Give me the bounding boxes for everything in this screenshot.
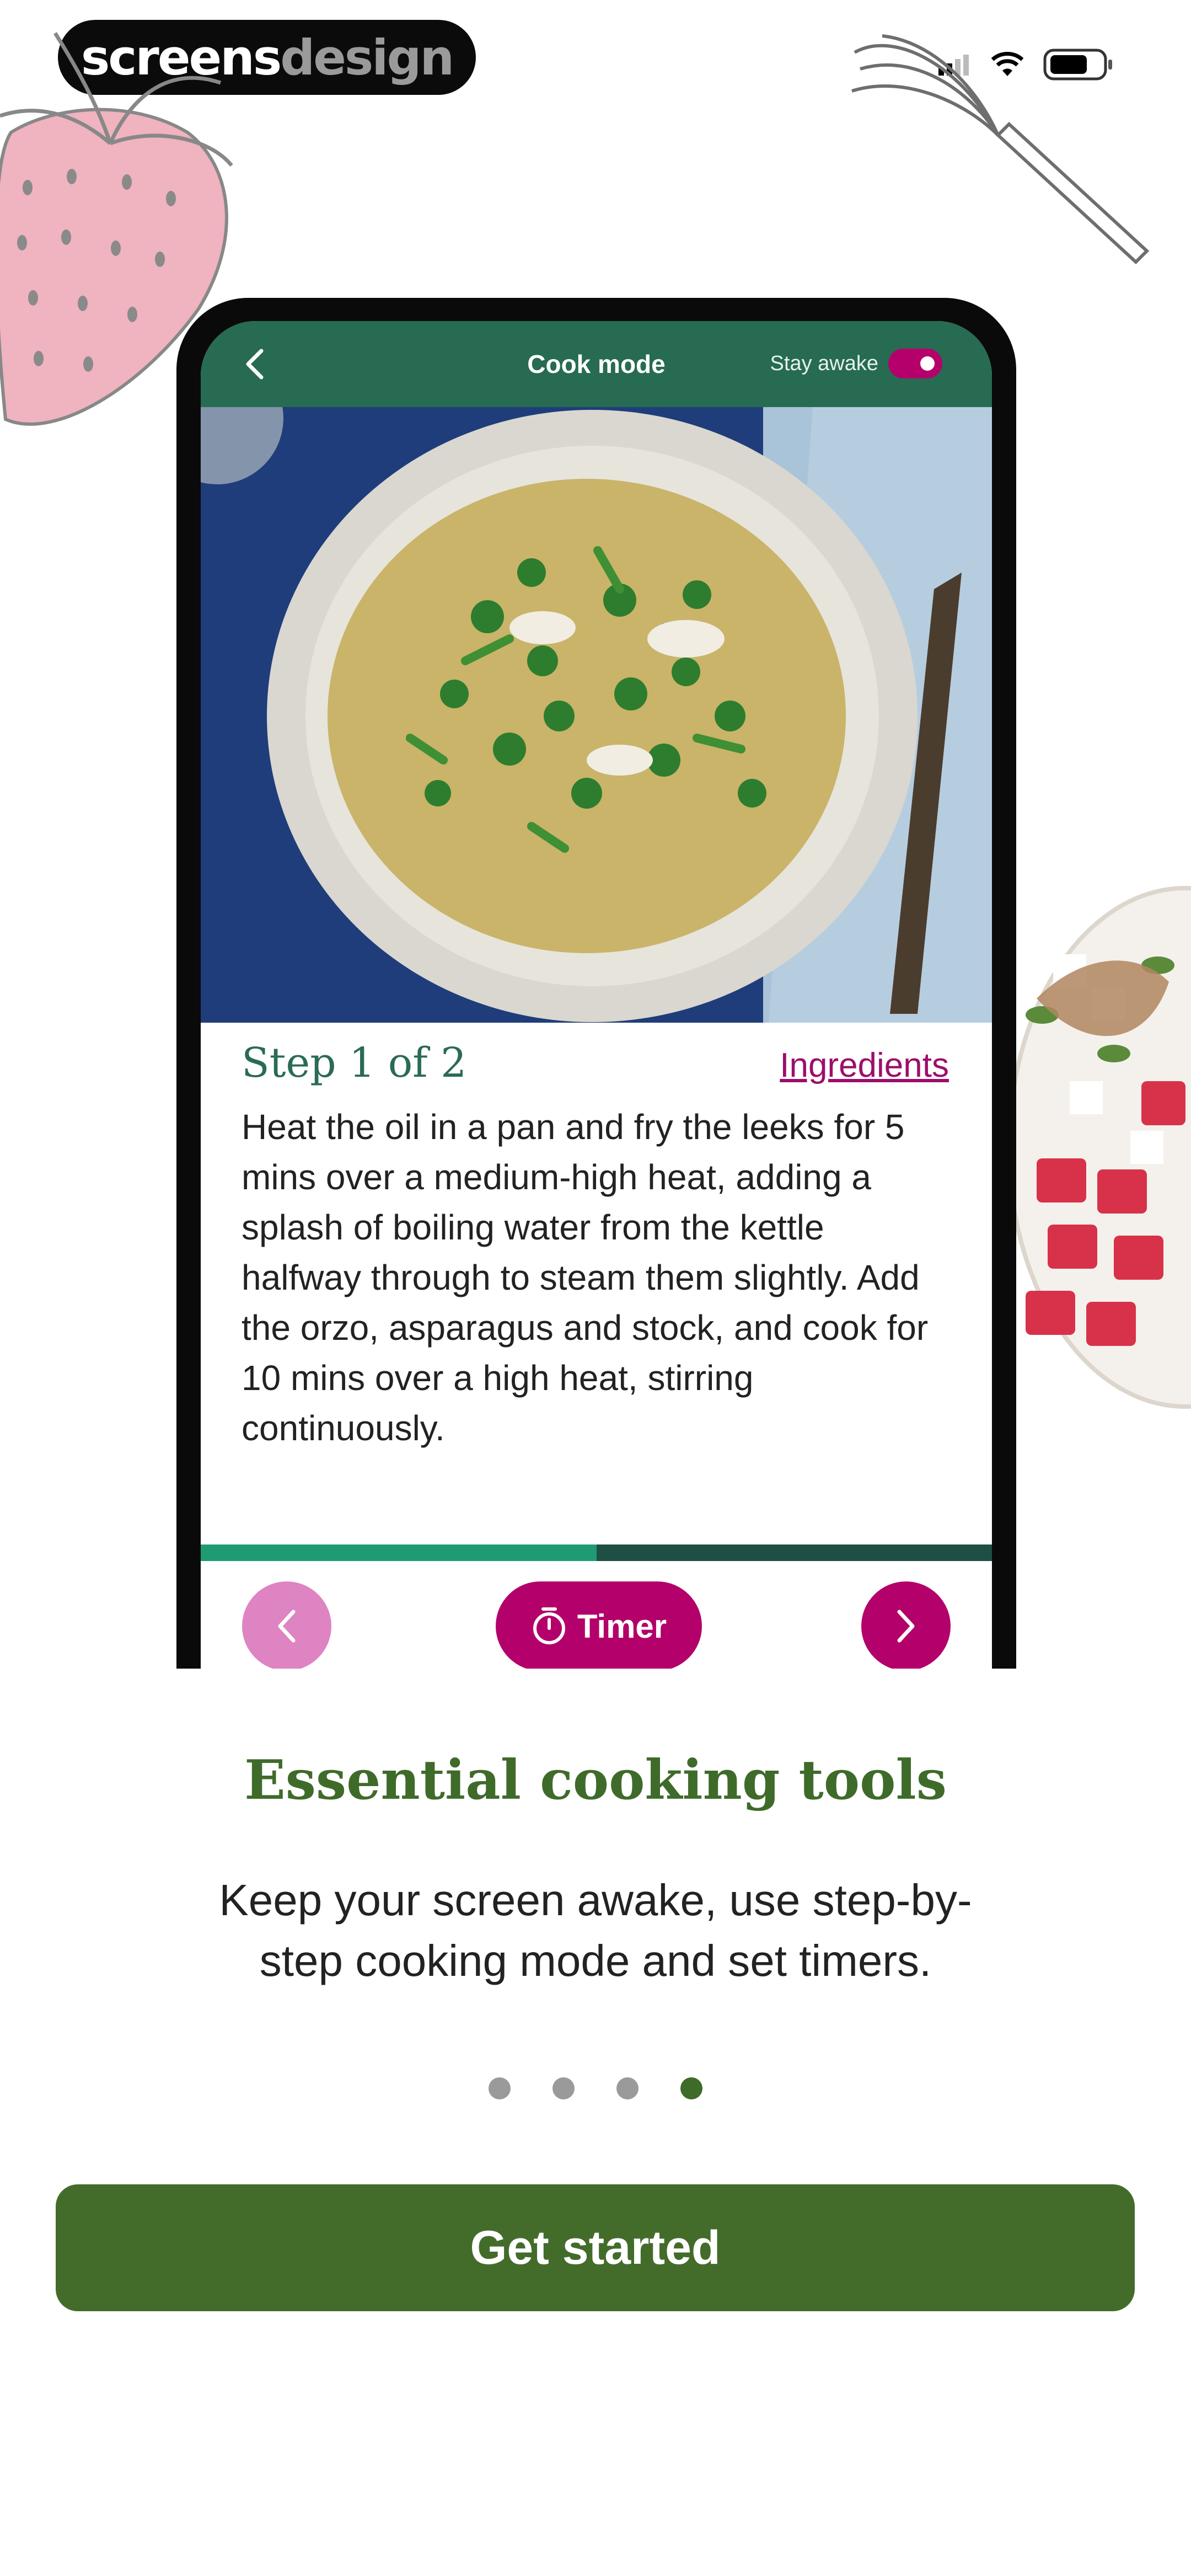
recipe-photo bbox=[201, 407, 992, 1023]
page-title: Cook mode bbox=[527, 350, 666, 378]
phone-mockup: Cook mode Stay awake Step 1 of 2 Ingredi… bbox=[176, 298, 1016, 1669]
stay-awake-control: Stay awake bbox=[770, 349, 942, 378]
step-header-row: Step 1 of 2 Ingredients bbox=[201, 1023, 992, 1087]
step-navigation: Timer bbox=[201, 1581, 992, 1669]
page-dot[interactable] bbox=[489, 2077, 511, 2099]
page-dot[interactable] bbox=[616, 2077, 639, 2099]
stopwatch-icon bbox=[533, 1607, 565, 1644]
step-counter: Step 1 of 2 bbox=[242, 1039, 467, 1087]
get-started-button[interactable]: Get started bbox=[56, 2184, 1135, 2311]
subtitle-line-1: Keep your screen awake, use step-by- bbox=[219, 1875, 972, 1925]
previous-step-button[interactable] bbox=[242, 1581, 331, 1669]
subtitle-line-2: step cooking mode and set timers. bbox=[259, 1936, 932, 1985]
chevron-left-icon bbox=[278, 1610, 296, 1643]
salad-plate-illustration bbox=[1007, 886, 1191, 1409]
stay-awake-toggle[interactable] bbox=[888, 349, 942, 378]
page-dot-active[interactable] bbox=[680, 2077, 702, 2099]
timer-label: Timer bbox=[577, 1607, 667, 1645]
whisk-illustration bbox=[851, 34, 1150, 265]
onboarding-heading: Essential cooking tools bbox=[244, 1749, 947, 1812]
stay-awake-label: Stay awake bbox=[770, 351, 878, 375]
timer-button[interactable]: Timer bbox=[496, 1581, 702, 1669]
back-button[interactable] bbox=[234, 343, 276, 385]
next-step-button[interactable] bbox=[861, 1581, 951, 1669]
orzo-dish-image bbox=[201, 407, 992, 1023]
chevron-right-icon bbox=[897, 1610, 915, 1643]
ingredients-link[interactable]: Ingredients bbox=[780, 1046, 949, 1085]
step-progress-fill bbox=[201, 1544, 597, 1561]
cook-mode-screen: Cook mode Stay awake Step 1 of 2 Ingredi… bbox=[201, 321, 992, 1669]
step-instruction: Heat the oil in a pan and fry the leeks … bbox=[242, 1107, 929, 1448]
toggle-knob bbox=[920, 356, 935, 371]
brand-text-part2: design bbox=[280, 29, 454, 86]
onboarding-subtitle: Keep your screen awake, use step-by- ste… bbox=[0, 1870, 1191, 1991]
page-indicator bbox=[0, 2077, 1191, 2099]
step-progress-bar bbox=[201, 1544, 992, 1561]
page-dot[interactable] bbox=[552, 2077, 575, 2099]
chevron-left-icon bbox=[246, 349, 264, 380]
app-header: Cook mode Stay awake bbox=[201, 321, 992, 407]
